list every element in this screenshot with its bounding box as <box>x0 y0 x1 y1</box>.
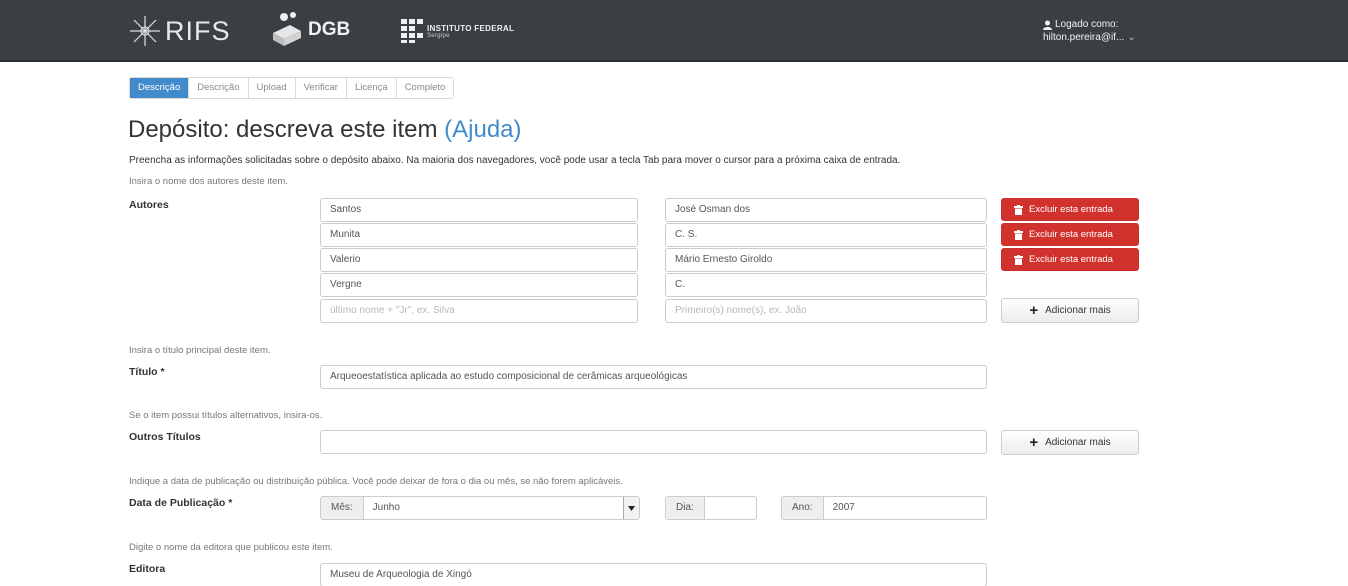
year-field[interactable]: Ano: 2007 <box>781 496 987 520</box>
alt-titles-hint: Se o item possui títulos alternativos, i… <box>129 410 323 421</box>
month-label: Mês: <box>321 497 364 519</box>
author-first-name-4[interactable]: C. <box>665 273 987 297</box>
add-alt-title-button[interactable]: + Adicionar mais <box>1001 430 1139 455</box>
author-last-name-4[interactable]: Vergne <box>320 273 638 297</box>
page-title: Depósito: descreva este item (Ajuda) <box>128 116 522 144</box>
plus-icon: + <box>1029 434 1039 451</box>
day-label: Dia: <box>666 497 705 519</box>
tab-licenca[interactable]: Licença <box>346 78 397 98</box>
pub-date-label: Data de Publicação * <box>129 497 233 509</box>
day-field[interactable]: Dia: <box>665 496 757 520</box>
add-author-button[interactable]: + Adicionar mais <box>1001 298 1139 323</box>
alt-titles-label: Outros Títulos <box>129 431 201 443</box>
books-icon <box>273 12 301 46</box>
dgb-logo-text: DGB <box>308 19 351 40</box>
tab-descricao-2[interactable]: Descrição <box>189 78 249 98</box>
rifs-logo[interactable]: RIFS <box>127 14 231 48</box>
dropdown-arrow-icon[interactable] <box>623 497 639 519</box>
tab-descricao-1[interactable]: Descrição <box>130 78 190 98</box>
rifs-logo-text: RIFS <box>165 15 231 46</box>
add-more-label: Adicionar mais <box>1045 437 1111 448</box>
tab-verificar[interactable]: Verificar <box>295 78 347 98</box>
caret-down-icon: ⌄ <box>1127 32 1136 43</box>
logged-as-label: Logado como: <box>1055 19 1119 30</box>
delete-label: Excluir esta entrada <box>1029 254 1113 265</box>
submission-steps: Descrição Descrição Upload Verificar Lic… <box>129 77 455 99</box>
title-label: Título * <box>129 366 165 378</box>
author-last-name-3[interactable]: Valerio <box>320 248 638 272</box>
delete-author-button-1[interactable]: Excluir esta entrada <box>1001 198 1139 221</box>
intro-text: Preencha as informações solicitadas sobr… <box>129 155 901 166</box>
publisher-label: Editora <box>129 563 166 575</box>
month-value: Junho <box>372 502 400 513</box>
authors-label: Autores <box>129 199 169 211</box>
if-grid-icon <box>401 19 423 43</box>
author-first-name-1[interactable]: José Osman dos <box>665 198 987 222</box>
rifs-star-icon <box>130 16 160 46</box>
delete-author-button-2[interactable]: Excluir esta entrada <box>1001 223 1139 246</box>
tab-upload[interactable]: Upload <box>248 78 296 98</box>
delete-label: Excluir esta entrada <box>1029 204 1113 215</box>
user-email: hilton.pereira@if... <box>1043 32 1125 43</box>
title-hint: Insira o título principal deste item. <box>129 345 271 356</box>
add-more-label: Adicionar mais <box>1045 305 1111 316</box>
alt-title-input[interactable] <box>320 430 987 454</box>
page-title-text: Depósito: descreva este item <box>128 116 438 143</box>
title-input[interactable]: Arqueoestatística aplicada ao estudo com… <box>320 365 987 389</box>
pub-date-hint: Indique a data de publicação ou distribu… <box>129 476 623 487</box>
dgb-logo[interactable]: DGB <box>270 10 350 50</box>
month-select[interactable]: Mês: Junho <box>320 496 640 520</box>
publisher-hint: Digite o nome da editora que publicou es… <box>129 542 333 553</box>
author-first-name-2[interactable]: C. S. <box>665 223 987 247</box>
author-first-name-new[interactable]: Primeiro(s) nome(s), ex. João <box>665 299 987 323</box>
delete-author-button-3[interactable]: Excluir esta entrada <box>1001 248 1139 271</box>
if-logo[interactable]: INSTITUTO FEDERAL Sergipe <box>401 19 514 43</box>
help-link[interactable]: (Ajuda) <box>444 116 521 143</box>
authors-hint: Insira o nome dos autores deste item. <box>129 176 288 187</box>
tab-completo[interactable]: Completo <box>396 78 454 98</box>
author-first-name-3[interactable]: Mário Ernesto Giroldo <box>665 248 987 272</box>
delete-label: Excluir esta entrada <box>1029 229 1113 240</box>
author-last-name-new[interactable]: último nome + "Jr", ex. Silva <box>320 299 638 323</box>
author-last-name-2[interactable]: Munita <box>320 223 638 247</box>
top-navbar: RIFS DGB INSTITUTO FEDERAL Sergipe Logad… <box>0 0 1348 62</box>
publisher-input[interactable]: Museu de Arqueologia de Xingó <box>320 563 987 586</box>
plus-icon: + <box>1029 302 1039 319</box>
trash-icon <box>1014 204 1023 215</box>
if-logo-subtext: Sergipe <box>427 32 450 39</box>
trash-icon <box>1014 254 1023 265</box>
user-menu[interactable]: Logado como: hilton.pereira@if... ⌄ <box>1043 18 1136 44</box>
user-icon <box>1043 20 1052 30</box>
year-value: 2007 <box>832 502 855 513</box>
year-label: Ano: <box>782 497 824 519</box>
author-last-name-1[interactable]: Santos <box>320 198 638 222</box>
trash-icon <box>1014 229 1023 240</box>
if-logo-text: INSTITUTO FEDERAL <box>427 23 515 33</box>
